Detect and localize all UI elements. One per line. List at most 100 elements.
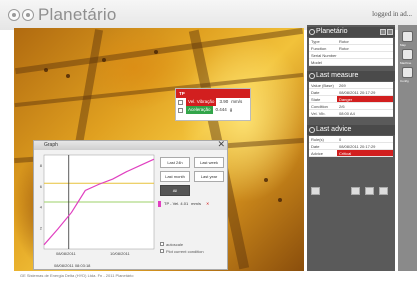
measure-value: 269 <box>339 83 346 88</box>
measure-key: State <box>311 97 321 102</box>
machine-icon[interactable] <box>402 49 413 60</box>
last-measure-header: Last measure <box>307 71 395 81</box>
info-key: Type <box>311 39 320 44</box>
y-tick-label: 4 <box>40 205 43 210</box>
app-title: Planetário <box>38 5 117 24</box>
asset-icon <box>309 29 315 35</box>
plot-condition-checkbox[interactable] <box>160 249 164 253</box>
chart-icon[interactable] <box>365 187 374 195</box>
measure-key: Vel. Vib. <box>311 111 326 116</box>
autoscale-option[interactable]: autoscale <box>160 242 183 247</box>
graph-date-readout: 08/08/2011 08:03:18 <box>54 263 91 268</box>
state-badge: Danger <box>337 96 393 102</box>
legend-label: TP - Vel. 4.01 <box>164 201 189 206</box>
photo-detail <box>264 178 268 182</box>
photo-detail <box>102 58 106 62</box>
asset-panel: Planetário Type Rotor Function Rotor Seria… <box>307 25 395 271</box>
measure-value: 08:00 A4 <box>339 111 355 116</box>
panel-header-buttons <box>380 29 393 35</box>
last-week-button[interactable]: Last week <box>194 157 224 168</box>
last-month-button[interactable]: Last month <box>160 171 190 182</box>
last-year-button[interactable]: Last year <box>194 171 224 182</box>
graph-title-bar[interactable]: Graph ✕ <box>34 140 227 150</box>
sensor-checkbox[interactable] <box>178 107 183 113</box>
legend-unit: mm/s <box>191 201 201 206</box>
sensor-label: Vel. Vibração <box>186 98 217 106</box>
info-row: Type Rotor <box>309 38 393 45</box>
info-row: Serial Number <box>309 52 393 59</box>
info-key: Model <box>311 60 322 65</box>
all-button[interactable]: All <box>160 185 190 196</box>
last-24h-button[interactable]: Last 24h <box>160 157 190 168</box>
last-advice-title: Last advice <box>316 126 352 133</box>
graph-window[interactable]: Graph ✕ 8 6 4 2 08/08/2011 10/08/2011 Last 24… <box>33 140 228 270</box>
asset-info-table: Type Rotor Function Rotor Serial Number Mo… <box>309 38 393 66</box>
measure-row: Condition 2/6 <box>309 103 393 110</box>
sensor-unit: g <box>229 107 233 112</box>
config-label: Config <box>400 79 409 83</box>
graph-legend-item[interactable]: TP - Vel. 4.01 mm/s ✕ <box>158 200 230 208</box>
sensor-unit: mm/s <box>231 99 243 104</box>
map-label: Map <box>400 43 406 47</box>
info-value: Rotor <box>339 39 349 44</box>
graph-chart[interactable]: 8 6 4 2 08/08/2011 10/08/2011 <box>36 152 156 264</box>
measure-row[interactable]: Vel. Vib. 08:00 A4 <box>309 110 393 117</box>
y-tick-label: 2 <box>40 226 43 231</box>
info-key: Function <box>311 46 327 51</box>
close-icon[interactable]: ✕ <box>217 140 225 149</box>
measure-value: 08/08/2011 20:17:29 <box>339 90 376 95</box>
info-value <box>337 52 393 58</box>
sensor-row[interactable]: Aceleração 0.444 g <box>176 106 250 114</box>
measure-row: Date 08/08/2011 20:17:29 <box>309 89 393 96</box>
advice-row: Advice Critical <box>309 150 393 157</box>
photo-detail <box>154 50 158 54</box>
table-icon[interactable] <box>379 187 388 195</box>
photo-detail <box>44 68 48 72</box>
autoscale-checkbox[interactable] <box>160 242 164 246</box>
sensor-checkbox[interactable] <box>178 99 183 105</box>
plot-condition-option[interactable]: Plot current condition <box>160 249 204 254</box>
photo-detail <box>66 74 70 78</box>
x-tick-label: 08/08/2011 <box>56 251 76 256</box>
help-icon[interactable] <box>22 9 34 21</box>
measure-row: State Danger <box>309 96 393 103</box>
panel-toolbar <box>309 185 393 197</box>
photo-detail <box>278 198 282 202</box>
advice-value: 0 <box>339 137 342 142</box>
panel-header: Planetário <box>307 27 395 37</box>
sensor-popup[interactable]: TP Vel. Vibração 3.90 mm/s Aceleração 0.… <box>175 88 251 121</box>
x-tick-label: 10/08/2011 <box>110 251 130 256</box>
panel-title: Planetário <box>316 28 348 35</box>
info-row: Model <box>309 59 393 66</box>
measure-key: Date <box>311 90 320 95</box>
info-key: Serial Number <box>311 53 337 58</box>
advice-value: 08/08/2011 20:17:29 <box>339 144 376 149</box>
plot-condition-label: Plot current condition <box>166 249 204 254</box>
advice-key: Advice <box>311 151 324 156</box>
sensor-row[interactable]: Vel. Vibração 3.90 mm/s <box>176 98 250 106</box>
list-icon[interactable] <box>351 187 360 195</box>
map-icon[interactable] <box>402 31 413 42</box>
graph-title: Graph <box>44 142 58 148</box>
last-measure-table: Value (Base) 269 Date 08/08/2011 20:17:29 … <box>309 82 393 117</box>
y-tick-label: 6 <box>40 184 43 189</box>
maximize-icon[interactable] <box>387 29 393 35</box>
save-icon[interactable] <box>311 187 320 195</box>
minimize-icon[interactable] <box>380 29 386 35</box>
advice-key: Date <box>311 144 320 149</box>
autoscale-label: autoscale <box>166 242 184 247</box>
measure-icon <box>309 73 315 79</box>
remove-series-icon[interactable]: ✕ <box>206 200 209 208</box>
gear-icon[interactable] <box>402 67 413 78</box>
measure-value: 2/6 <box>339 104 345 109</box>
logged-in-label[interactable]: logged in ad... <box>372 10 412 18</box>
advice-badge: Critical <box>337 150 393 156</box>
last-advice-header: Last advice <box>307 125 395 135</box>
y-tick-label: 8 <box>40 163 43 168</box>
photo-detail <box>14 28 304 75</box>
info-value: Rotor <box>339 46 349 51</box>
settings-icon[interactable] <box>8 9 20 21</box>
measure-row: Value (Base) 269 <box>309 82 393 89</box>
sensor-value: 3.90 <box>219 99 229 104</box>
measure-key: Condition <box>311 104 328 109</box>
